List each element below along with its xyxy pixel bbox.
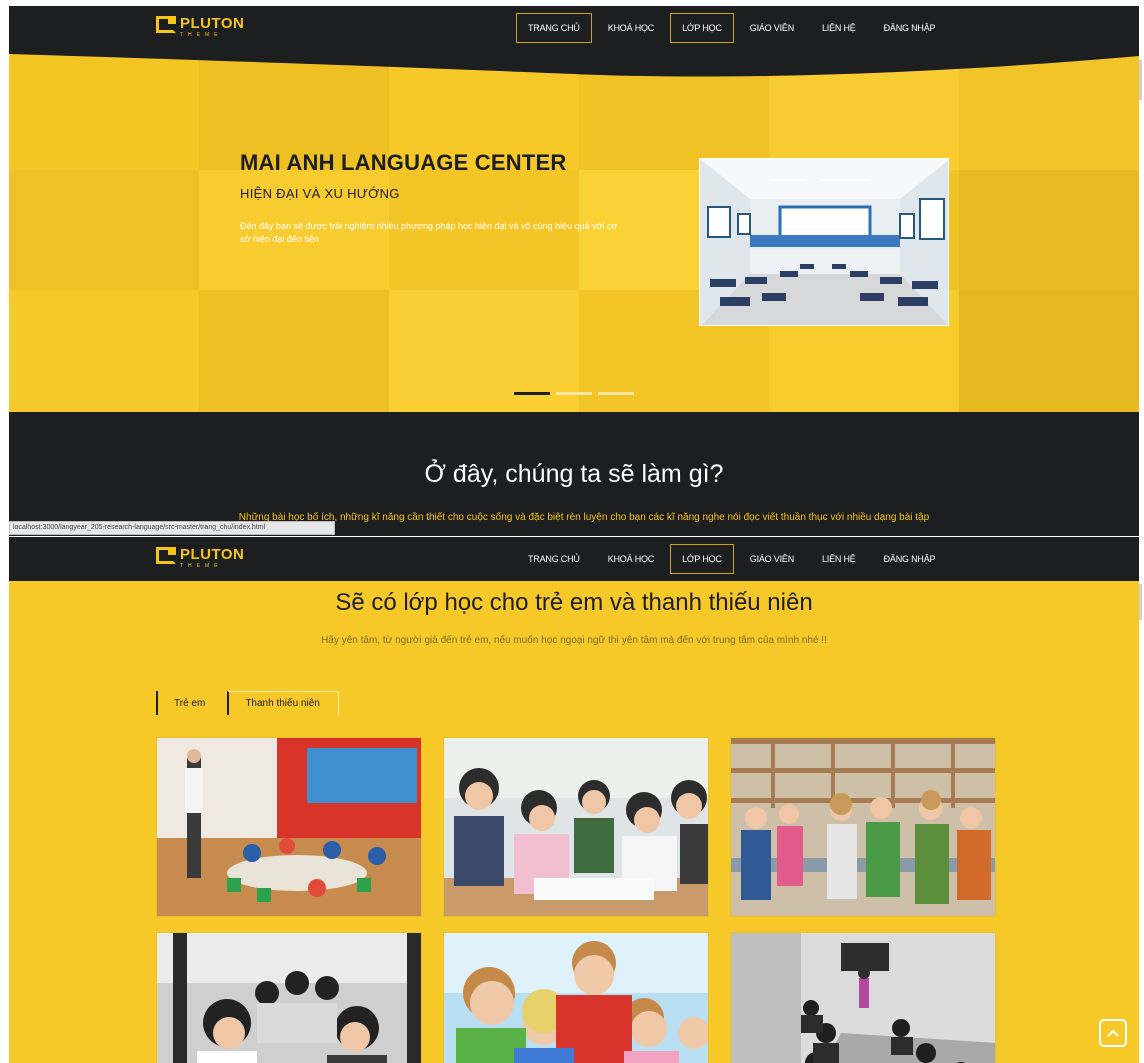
top-navbar-2: PLUTON THEME TRANG CHỦ KHOÁ HỌC LỚP HỌC … [9, 537, 1139, 581]
nav-courses[interactable]: KHOÁ HỌC [596, 13, 666, 43]
slide-indicator-1[interactable] [514, 392, 550, 395]
dark-classroom-photo[interactable] [730, 932, 996, 1063]
nav-login[interactable]: ĐĂNG NHẬP [872, 13, 948, 43]
chevron-up-icon [1107, 1029, 1119, 1037]
nav-contact[interactable]: LIÊN HỆ [810, 544, 868, 574]
brand-sub: THEME [180, 32, 223, 38]
nav-teachers[interactable]: GIÁO VIÊN [738, 544, 806, 574]
brand-name: PLUTON [180, 15, 245, 32]
students-workshop-photo[interactable] [156, 932, 422, 1063]
nav-home[interactable]: TRANG CHỦ [516, 13, 592, 43]
homepage-screenshot: MAI ANH LANGUAGE CENTER HIỆN ĐẠI VÀ XU H… [0, 0, 1144, 536]
brand-logo-2[interactable]: PLUTON THEME [156, 547, 244, 569]
happy-kids-photo[interactable] [443, 932, 709, 1063]
classes-section: Sẽ có lớp học cho trẻ em và thanh thiếu … [9, 581, 1139, 1063]
hero-banner: MAI ANH LANGUAGE CENTER HIỆN ĐẠI VÀ XU H… [9, 50, 1139, 412]
top-navbar: PLUTON THEME TRANG CHỦ KHOÁ HỌC LỚP HỌC … [9, 6, 1139, 50]
kids-table-photo[interactable] [730, 737, 996, 917]
brand-name: PLUTON [180, 546, 245, 563]
classes-screenshot: PLUTON THEME TRANG CHỦ KHOÁ HỌC LỚP HỌC … [0, 536, 1144, 1063]
slider-indicators [514, 392, 634, 395]
brand-logo[interactable]: PLUTON THEME [156, 16, 244, 38]
scrollbar-thumb-2[interactable] [1139, 584, 1142, 620]
nav-login[interactable]: ĐĂNG NHẬP [872, 544, 948, 574]
brand-sub: THEME [180, 563, 223, 569]
main-menu-2: TRANG CHỦ KHOÁ HỌC LỚP HỌC GIÁO VIÊN LIÊ… [516, 543, 947, 575]
main-menu: TRANG CHỦ KHOÁ HỌC LỚP HỌC GIÁO VIÊN LIÊ… [516, 12, 947, 44]
browser-status-url: localhost:3000/langyear_205-research-lan… [9, 521, 335, 535]
tab-teens[interactable]: Thanh thiếu niên [227, 691, 339, 715]
hero-subtitle: HIỆN ĐẠI VÀ XU HƯỚNG [240, 186, 400, 201]
nav-wave-divider [9, 50, 1139, 77]
class-tabs: Trẻ em Thanh thiếu niên [156, 691, 339, 715]
nav-contact[interactable]: LIÊN HỆ [810, 13, 868, 43]
slide-indicator-2[interactable] [556, 392, 592, 395]
hero-title: MAI ANH LANGUAGE CENTER [240, 150, 567, 175]
intro-section: Ở đây, chúng ta sẽ làm gì? Những bài học… [9, 412, 1139, 536]
nav-teachers[interactable]: GIÁO VIÊN [738, 13, 806, 43]
nav-home[interactable]: TRANG CHỦ [516, 544, 592, 574]
nav-courses[interactable]: KHOÁ HỌC [596, 544, 666, 574]
slide-indicator-3[interactable] [598, 392, 634, 395]
classroom-image [699, 158, 949, 326]
logo-icon [156, 16, 176, 33]
logo-icon [156, 547, 176, 564]
scrollbar-thumb[interactable] [1139, 60, 1142, 100]
classes-title: Sẽ có lớp học cho trẻ em và thanh thiếu … [335, 589, 813, 616]
scroll-to-top-button[interactable] [1099, 1019, 1127, 1047]
nav-classes[interactable]: LỚP HỌC [670, 544, 734, 574]
intro-title: Ở đây, chúng ta sẽ làm gì? [424, 460, 724, 488]
nav-classes[interactable]: LỚP HỌC [670, 13, 734, 43]
tab-kids[interactable]: Trẻ em [156, 691, 223, 715]
kids-classroom-photo[interactable] [156, 737, 422, 917]
classes-subtitle: Hãy yên tâm, từ người già đến trẻ em, nế… [321, 635, 827, 646]
hero-description: Đến đây bạn sẽ được trải nghiệm nhiều ph… [240, 221, 618, 244]
classroom-illustration [700, 159, 948, 325]
teens-study-group-photo[interactable] [443, 737, 709, 917]
